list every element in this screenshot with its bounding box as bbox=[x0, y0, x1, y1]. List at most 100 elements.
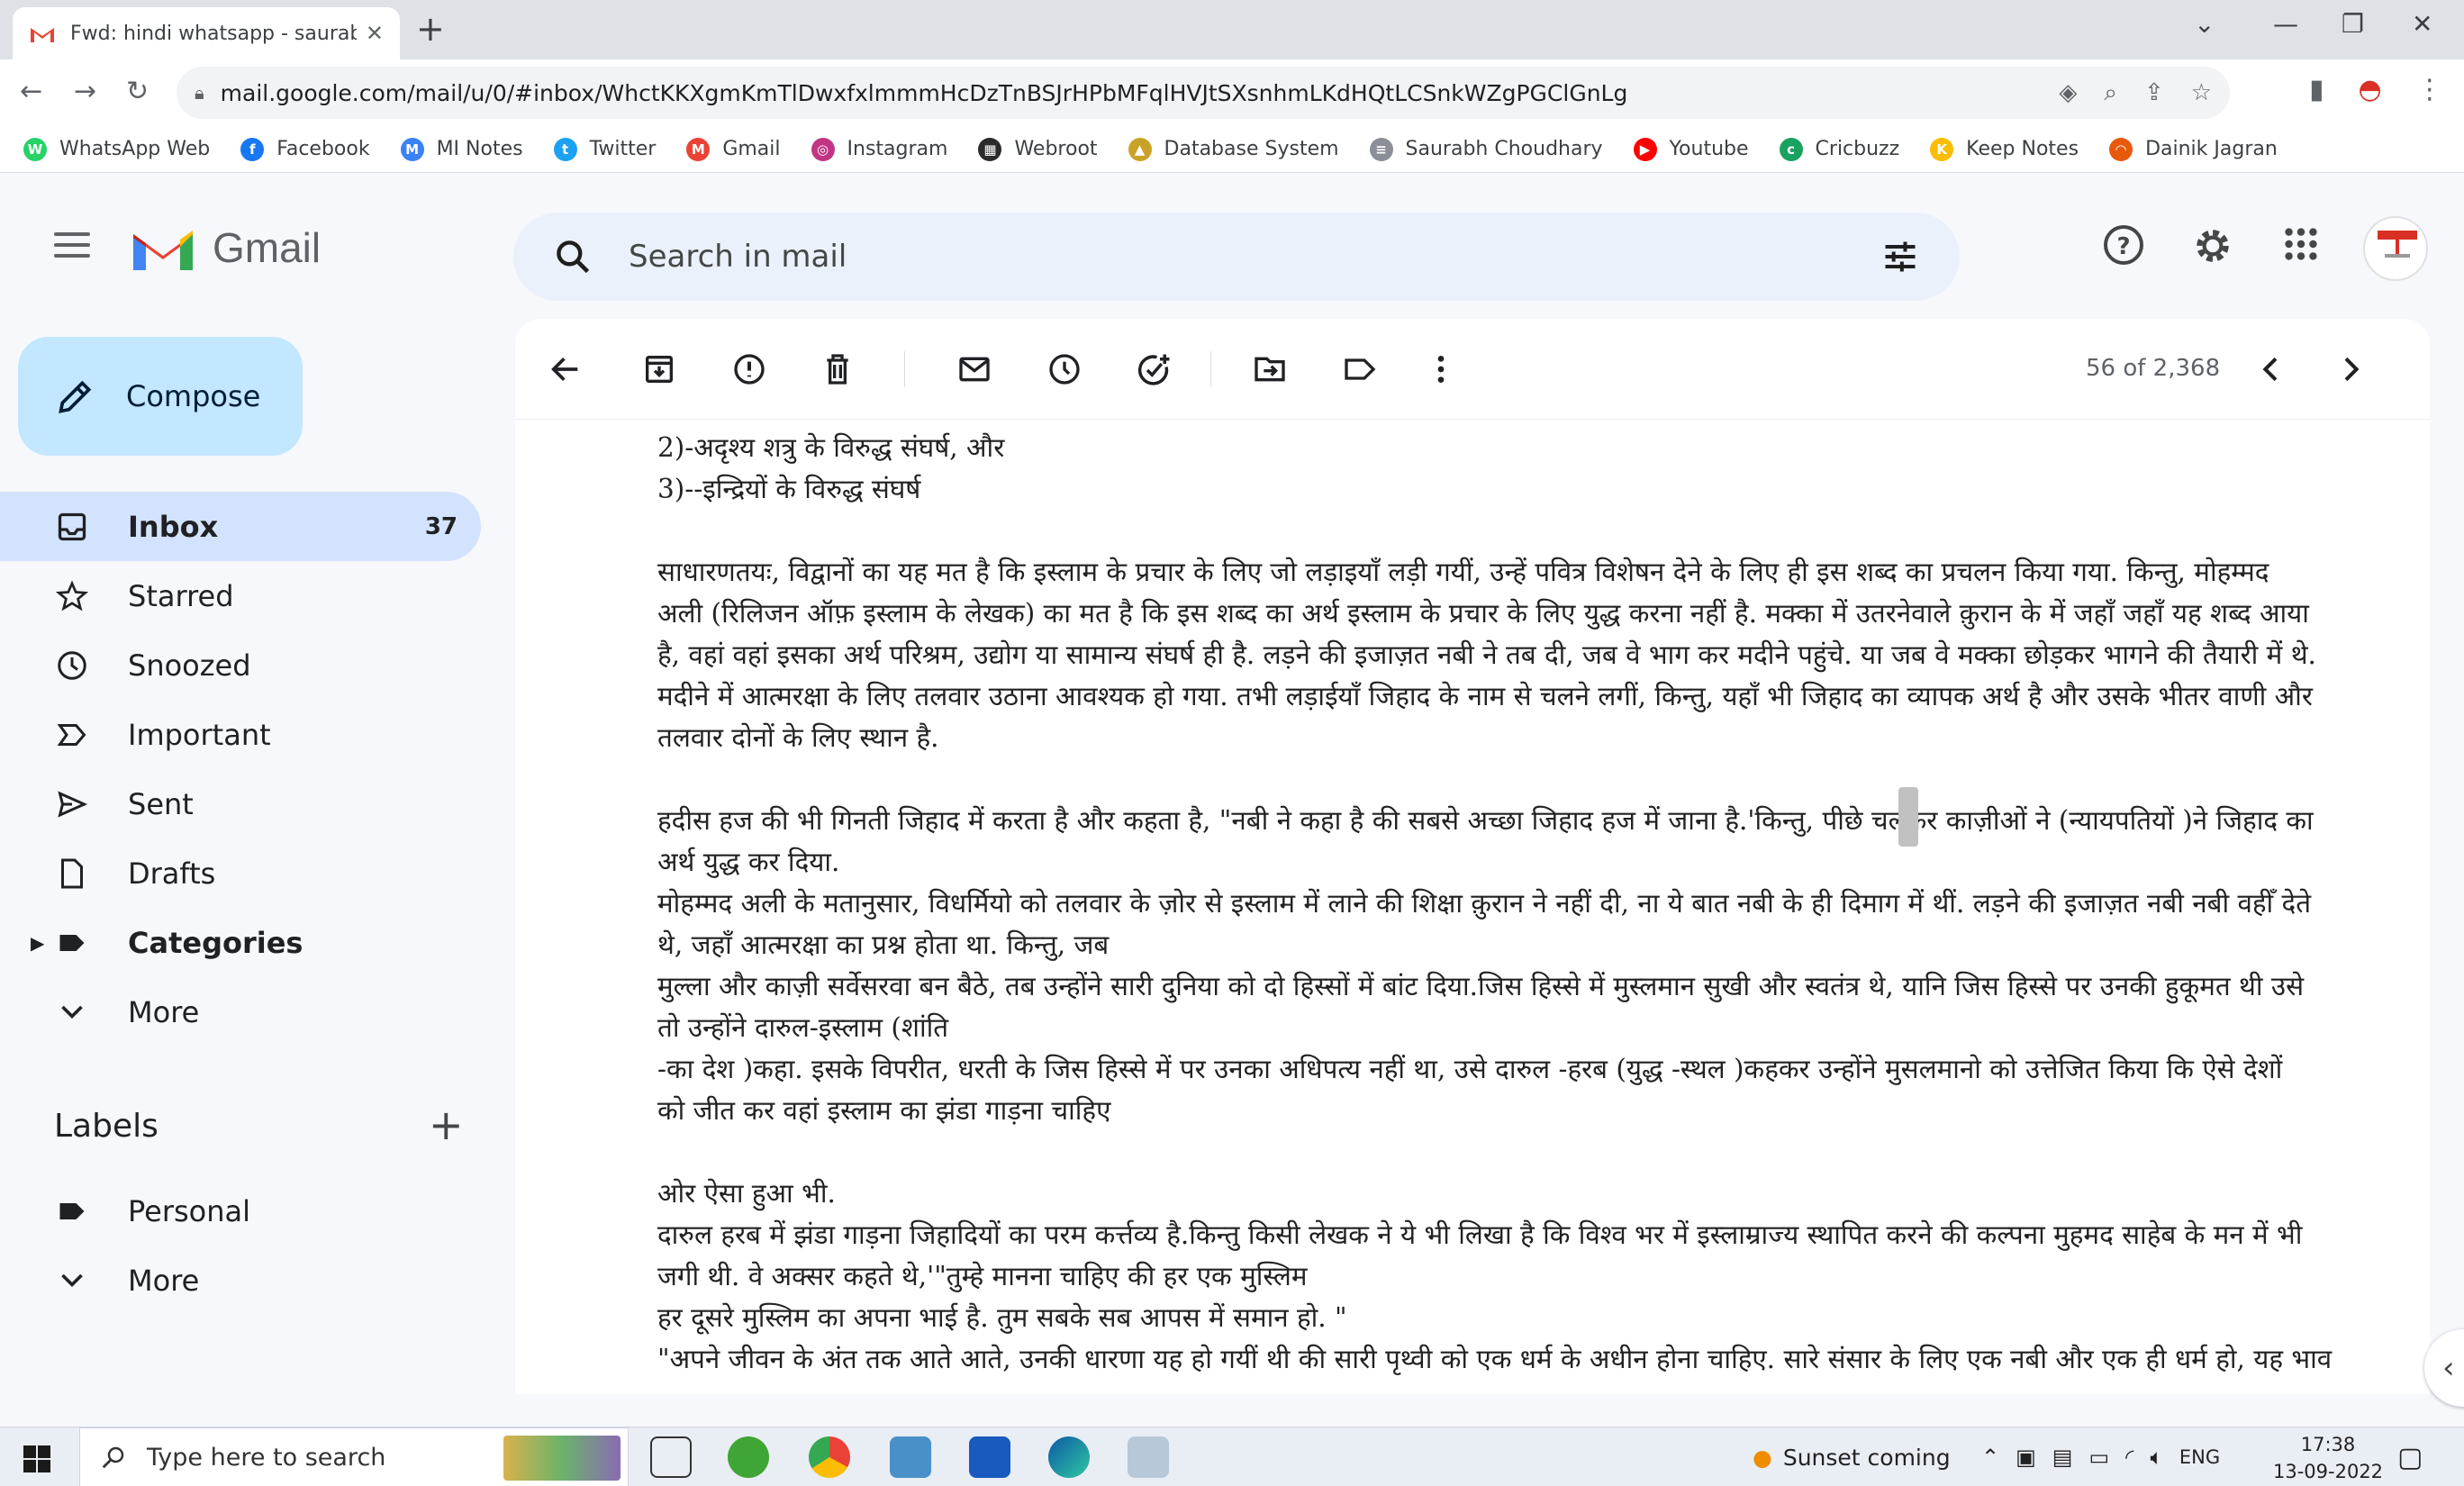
bookmark-item[interactable]: ≡ Saurabh Choudhary bbox=[1369, 137, 1603, 161]
reload-icon[interactable]: ↻ bbox=[126, 76, 149, 107]
expand-arrow-icon[interactable]: ▶ bbox=[31, 932, 44, 954]
search-options-icon[interactable] bbox=[1880, 237, 1920, 276]
language-indicator[interactable]: ENG bbox=[2179, 1446, 2220, 1468]
compose-button[interactable]: Compose bbox=[18, 337, 303, 456]
lock-icon[interactable]: 🔒︎ bbox=[195, 82, 204, 104]
notifications-icon[interactable]: ▢ bbox=[2397, 1442, 2423, 1473]
bookmark-item[interactable]: ◎ Instagram bbox=[811, 137, 947, 161]
bookmark-label: Twitter bbox=[589, 138, 657, 160]
sidebar-item-drafts[interactable]: Drafts bbox=[0, 838, 486, 908]
taskbar-clock[interactable]: 17:38 13-09-2022 bbox=[2273, 1431, 2383, 1485]
settings-gear-icon[interactable] bbox=[2190, 223, 2235, 268]
labels-icon[interactable] bbox=[1342, 351, 1378, 387]
weather-widget[interactable]: ● Sunset coming bbox=[1753, 1427, 1951, 1486]
task-view-icon[interactable] bbox=[650, 1436, 692, 1478]
sidebar-item-more[interactable]: More bbox=[0, 977, 486, 1047]
extension-icon[interactable]: ◈ bbox=[2059, 79, 2077, 107]
close-window-button[interactable]: ✕ bbox=[2412, 9, 2432, 39]
sidebar-item-starred[interactable]: Starred bbox=[0, 561, 486, 630]
bookmark-item[interactable]: ◠ Dainik Jagran bbox=[2109, 137, 2278, 161]
bookmark-item[interactable]: ▦ Webroot bbox=[978, 137, 1098, 161]
mark-unread-icon[interactable] bbox=[956, 351, 992, 387]
main-menu-icon[interactable] bbox=[54, 232, 90, 265]
sidebar-item-inbox[interactable]: Inbox 37 bbox=[0, 492, 481, 561]
sidebar-item-snoozed[interactable]: Snoozed bbox=[0, 630, 486, 700]
add-label-button[interactable]: + bbox=[429, 1101, 464, 1149]
label-item-personal[interactable]: Personal bbox=[0, 1176, 486, 1246]
email-body-line: तो उन्होंने दारुल-इस्लाम (शांति bbox=[657, 1012, 949, 1043]
delete-icon[interactable] bbox=[820, 351, 856, 387]
taskbar-search-input[interactable]: Type here to search bbox=[147, 1444, 385, 1472]
newer-chevron-left-icon[interactable] bbox=[2253, 351, 2289, 387]
menu-kebab-icon[interactable]: ⋮ bbox=[2416, 74, 2443, 105]
edge-icon[interactable] bbox=[1048, 1436, 1090, 1478]
windows-taskbar: Type here to search ● Sunset coming ⌃ ▣ … bbox=[0, 1427, 2464, 1486]
inbox-count-badge: 37 bbox=[424, 512, 457, 540]
sidebar-item-important[interactable]: Important bbox=[0, 700, 486, 769]
back-to-inbox-icon[interactable] bbox=[548, 351, 584, 387]
maximize-button[interactable]: ❐ bbox=[2342, 9, 2364, 39]
new-tab-button[interactable]: + bbox=[416, 11, 445, 47]
forward-icon[interactable]: → bbox=[74, 76, 96, 107]
side-panel-toggle-icon[interactable]: ‹ bbox=[2424, 1329, 2464, 1407]
add-to-tasks-icon[interactable] bbox=[1135, 351, 1173, 389]
tab-search-icon[interactable]: ⌄ bbox=[2194, 9, 2215, 39]
older-chevron-right-icon[interactable] bbox=[2333, 351, 2369, 387]
bookmark-item[interactable]: ▲ Database System bbox=[1128, 137, 1339, 161]
move-to-icon[interactable] bbox=[1252, 351, 1288, 387]
tab-close-icon[interactable]: ✕ bbox=[366, 21, 384, 46]
tray-network-icon[interactable]: ▤ bbox=[2052, 1445, 2073, 1470]
more-options-icon[interactable] bbox=[1423, 351, 1459, 387]
taskbar-search-box[interactable]: Type here to search bbox=[79, 1427, 629, 1486]
windows-start-icon[interactable] bbox=[23, 1445, 50, 1472]
paint-icon[interactable] bbox=[1128, 1436, 1169, 1478]
bookmark-item[interactable]: ▶ Youtube bbox=[1633, 137, 1749, 161]
bookmark-item[interactable]: M Gmail bbox=[686, 137, 781, 161]
browser-tab[interactable]: Fwd: hindi whatsapp - saurabhch ✕ bbox=[13, 7, 400, 59]
search-icon[interactable] bbox=[553, 237, 593, 276]
bookmark-item[interactable]: f Facebook bbox=[240, 137, 370, 161]
scrollbar-thumb[interactable] bbox=[1898, 787, 1918, 847]
url-text[interactable]: mail.google.com/mail/u/0/#inbox/WhctKKXg… bbox=[221, 80, 2060, 106]
back-icon[interactable]: ← bbox=[20, 76, 42, 107]
archive-icon[interactable] bbox=[641, 351, 677, 387]
app-e-icon[interactable] bbox=[728, 1436, 769, 1478]
sidebar-item-categories[interactable]: ▶ Categories bbox=[0, 908, 486, 977]
share-icon[interactable]: ⇪ bbox=[2144, 79, 2164, 107]
labels-more[interactable]: More bbox=[0, 1246, 486, 1315]
pencil-icon bbox=[59, 380, 92, 413]
scrollbar-track[interactable] bbox=[2406, 420, 2430, 1394]
word-icon[interactable] bbox=[969, 1436, 1010, 1478]
account-avatar[interactable] bbox=[2363, 216, 2428, 281]
sidebar-nav: Inbox 37 Starred Snoozed Important Sent … bbox=[0, 492, 486, 1047]
minimize-button[interactable]: — bbox=[2273, 9, 2298, 39]
help-icon[interactable]: ? bbox=[2102, 223, 2145, 267]
battery-icon[interactable]: ▭ bbox=[2088, 1445, 2109, 1470]
bookmark-item[interactable]: W WhatsApp Web bbox=[23, 137, 210, 161]
side-panel-icon[interactable]: ▮ bbox=[2309, 74, 2324, 105]
email-body-line: अली (रिलिजन ऑफ़ इस्लाम के लेखक) का मत है… bbox=[657, 598, 2309, 629]
bookmark-item[interactable]: t Twitter bbox=[553, 137, 657, 161]
volume-icon[interactable]: 🔈︎ bbox=[2150, 1445, 2162, 1470]
zoom-icon[interactable]: ⌕ bbox=[2104, 79, 2117, 107]
wifi-icon[interactable]: ◜ bbox=[2125, 1445, 2133, 1470]
gmail-logo-text: Gmail bbox=[213, 224, 322, 271]
bookmark-label: Facebook bbox=[276, 138, 370, 160]
address-bar[interactable]: 🔒︎ mail.google.com/mail/u/0/#inbox/WhctK… bbox=[177, 67, 2230, 119]
snooze-icon[interactable] bbox=[1046, 351, 1083, 387]
search-input[interactable]: Search in mail bbox=[629, 239, 1880, 275]
bookmark-item[interactable]: M MI Notes bbox=[400, 137, 523, 161]
bookmark-item[interactable]: K Keep Notes bbox=[1930, 137, 2079, 161]
browser-toolbar: ← → ↻ 🔒︎ mail.google.com/mail/u/0/#inbox… bbox=[0, 59, 2464, 126]
sidebar-item-sent[interactable]: Sent bbox=[0, 769, 486, 838]
chrome-icon[interactable] bbox=[809, 1436, 850, 1478]
apps-grid-icon[interactable] bbox=[2280, 223, 2322, 265]
profile-icon[interactable]: ◓ bbox=[2359, 74, 2382, 105]
report-spam-icon[interactable] bbox=[731, 351, 767, 387]
photos-app-icon[interactable] bbox=[890, 1436, 931, 1478]
tray-app-icon[interactable]: ▣ bbox=[2016, 1445, 2036, 1470]
bookmark-star-icon[interactable]: ☆ bbox=[2191, 79, 2212, 107]
tray-chevron-up-icon[interactable]: ⌃ bbox=[1981, 1445, 1999, 1470]
search-bar[interactable]: Search in mail bbox=[513, 213, 1960, 301]
bookmark-item[interactable]: c Cricbuzz bbox=[1779, 137, 1899, 161]
